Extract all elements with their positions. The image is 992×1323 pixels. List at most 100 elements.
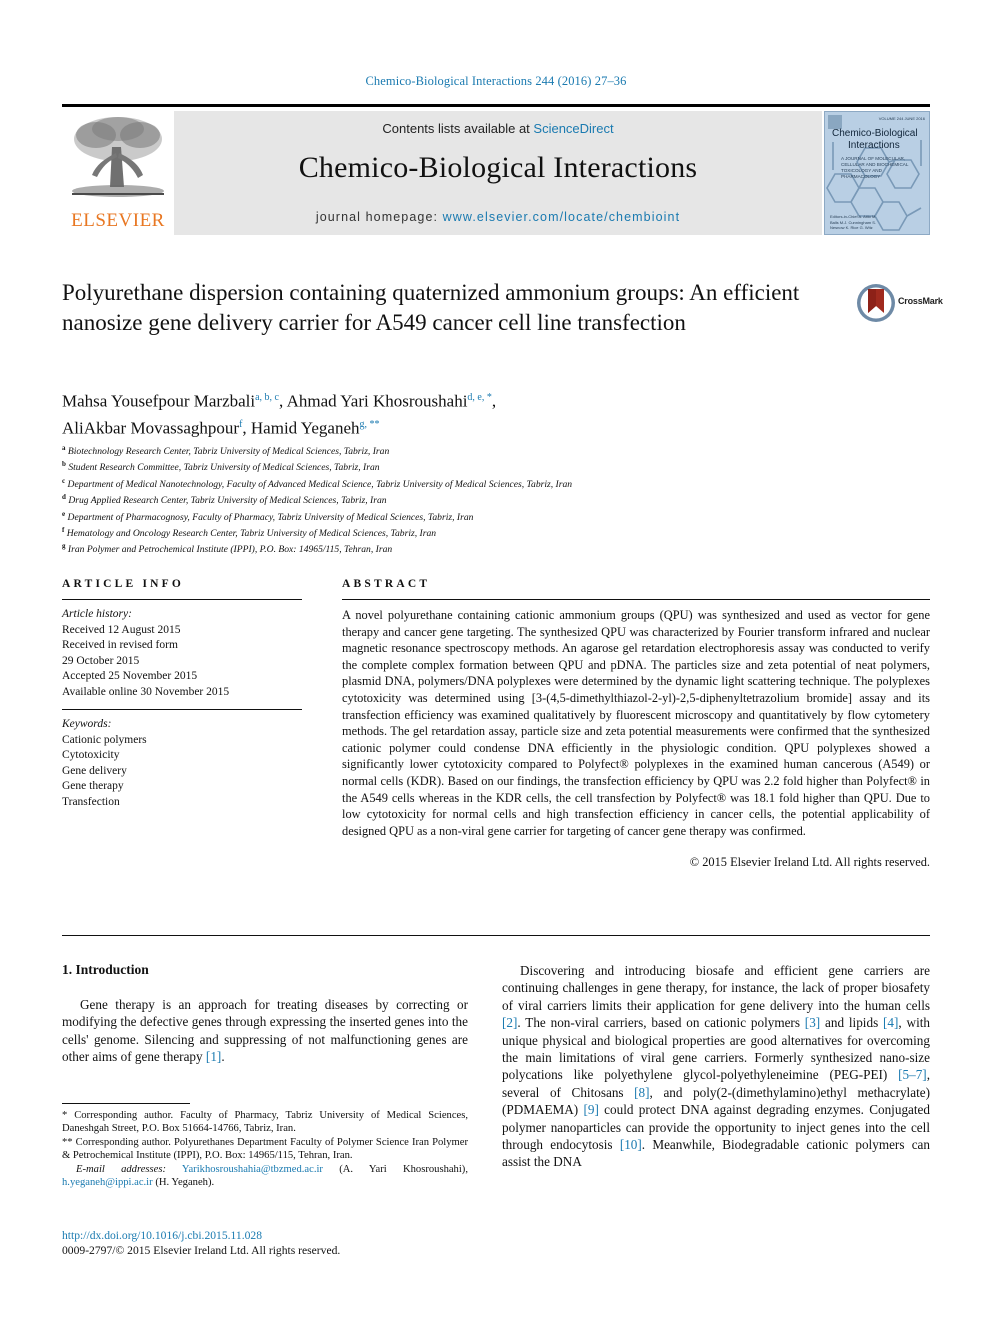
issn-copyright-line: 0009-2797/© 2015 Elsevier Ireland Ltd. A…	[62, 1244, 341, 1257]
affiliation-list: a Biotechnology Research Center, Tabriz …	[62, 442, 922, 557]
citation-2[interactable]: [2]	[502, 1015, 517, 1030]
info-divider	[62, 599, 302, 600]
affiliation-item: e Department of Pharmacognosy, Faculty o…	[62, 508, 922, 524]
affiliation-item: c Department of Medical Nanotechnology, …	[62, 475, 922, 491]
masthead-center: Contents lists available at ScienceDirec…	[174, 111, 822, 235]
citation-5-7[interactable]: [5–7]	[898, 1067, 927, 1082]
author-1-affil-marks[interactable]: a, b, c	[255, 392, 279, 403]
doi-link[interactable]: http://dx.doi.org/10.1016/j.cbi.2015.11.…	[62, 1228, 482, 1243]
journal-homepage-link[interactable]: www.elsevier.com/locate/chembioint	[443, 210, 681, 224]
author-name-1: Mahsa Yousefpour Marzbali	[62, 391, 256, 411]
article-info-heading: ARTICLE INFO	[62, 578, 185, 590]
footnote-corresponding-1: * Corresponding author. Faculty of Pharm…	[62, 1109, 468, 1136]
doi-block: http://dx.doi.org/10.1016/j.cbi.2015.11.…	[62, 1228, 482, 1258]
keyword-item: Cationic polymers	[62, 733, 147, 746]
section-heading-introduction: 1. Introduction	[62, 962, 149, 977]
running-head: Chemico-Biological Interactions 244 (201…	[365, 74, 627, 88]
affiliation-mark: c	[62, 476, 66, 485]
affiliation-item: d Drug Applied Research Center, Tabriz U…	[62, 491, 922, 507]
sciencedirect-link[interactable]: ScienceDirect	[533, 121, 613, 136]
affiliation-text: Biotechnology Research Center, Tabriz Un…	[67, 446, 390, 458]
body-divider	[62, 935, 930, 936]
right-text-c: and lipids	[820, 1015, 884, 1031]
crossmark-icon	[857, 284, 895, 322]
keyword-item: Gene therapy	[62, 780, 124, 792]
footnote-text-1: Corresponding author. Faculty of Pharmac…	[62, 1110, 468, 1135]
email-addresses-label: E-mail addresses:	[76, 1163, 167, 1175]
elsevier-logo: ELSEVIER	[62, 111, 174, 235]
affiliation-item: g Iran Polymer and Petrochemical Institu…	[62, 540, 922, 556]
cover-title: Chemico-Biological Interactions	[832, 128, 924, 152]
author-list: Mahsa Yousefpour Marzbalia, b, c, Ahmad …	[62, 386, 862, 439]
keyword-item: Transfection	[62, 795, 120, 808]
cover-title-line2: Interactions	[848, 140, 900, 151]
author-line-1: Mahsa Yousefpour Marzbalia, b, c, Ahmad …	[62, 391, 497, 411]
citation-4[interactable]: [4]	[883, 1015, 898, 1030]
citation-3[interactable]: [3]	[805, 1015, 820, 1030]
history-item: Received in revised form	[62, 639, 178, 651]
affiliation-mark: f	[62, 525, 65, 534]
right-text-b: . The non-viral carriers, based on catio…	[517, 1015, 805, 1031]
history-item: 29 October 2015	[62, 654, 140, 667]
author-name-4: Hamid Yeganeh	[250, 418, 360, 438]
affiliation-text: Department of Pharmacognosy, Faculty of …	[67, 511, 474, 523]
affiliation-text: Department of Medical Nanotechnology, Fa…	[67, 478, 573, 490]
crossmark-label: CrossMark	[898, 296, 943, 306]
contents-available-line: Contents lists available at ScienceDirec…	[174, 121, 822, 136]
affiliation-mark: a	[62, 444, 66, 452]
footnote-rule	[62, 1103, 190, 1104]
author-3-affil-marks[interactable]: f	[239, 419, 242, 430]
email-owner-1: (A. Yari Khosroushahi)	[339, 1163, 466, 1175]
crossmark-badge[interactable]: CrossMark	[856, 283, 943, 325]
history-item: Available online 30 November 2015	[62, 685, 230, 698]
article-history-label: Article history:	[62, 608, 132, 620]
footnote-mark-2: **	[62, 1136, 73, 1148]
history-item: Accepted 25 November 2015	[62, 670, 198, 682]
body-column-left: 1. Introduction Gene therapy is an appro…	[62, 962, 468, 1066]
title-block: Polyurethane dispersion containing quate…	[62, 278, 852, 338]
author-2-affil-marks[interactable]: d, e, *	[467, 392, 491, 403]
cover-title-line1: Chemico-Biological	[832, 128, 918, 139]
right-text-a: Discovering and introducing biosafe and …	[502, 963, 930, 1013]
journal-cover-thumbnail[interactable]: Chemico-Biological Interactions A JOURNA…	[824, 111, 930, 235]
citation-10[interactable]: [10]	[620, 1137, 642, 1152]
citation-1[interactable]: [1]	[206, 1049, 221, 1064]
email-link-1[interactable]: Yarikhosroushahia@tbzmed.ac.ir	[182, 1164, 323, 1175]
cover-subtitle: A JOURNAL OF MOLECULAR, CELLULAR AND BIO…	[841, 156, 909, 179]
affiliation-item: a Biotechnology Research Center, Tabriz …	[62, 442, 922, 458]
email-link-2[interactable]: h.yeganeh@ippi.ac.ir	[62, 1177, 153, 1188]
intro-text-pre: Gene therapy is an approach for treating…	[62, 997, 468, 1065]
page-title: Polyurethane dispersion containing quate…	[62, 280, 800, 335]
author-4-affil-marks[interactable]: g, **	[360, 419, 380, 430]
elsevier-tree-icon	[66, 113, 170, 205]
citation-8[interactable]: [8]	[634, 1085, 649, 1100]
affiliation-item: f Hematology and Oncology Research Cente…	[62, 524, 922, 540]
abstract-text: A novel polyurethane containing cationic…	[342, 608, 930, 838]
journal-masthead: ELSEVIER Contents lists available at Sci…	[62, 104, 930, 235]
cover-volume-info: VOLUME 244 JUNE 2016	[878, 116, 925, 121]
history-item: Received 12 August 2015	[62, 623, 181, 636]
author-name-3: AliAkbar Movassaghpour	[62, 418, 240, 438]
contents-prefix: Contents lists available at	[382, 121, 534, 136]
keyword-item: Cytotoxicity	[62, 749, 120, 761]
journal-homepage-line: journal homepage: www.elsevier.com/locat…	[174, 210, 822, 224]
homepage-prefix: journal homepage:	[315, 210, 443, 224]
intro-paragraph-right: Discovering and introducing biosafe and …	[502, 962, 930, 1171]
citation-9[interactable]: [9]	[584, 1102, 599, 1117]
affiliation-text: Hematology and Oncology Research Center,…	[66, 528, 437, 540]
affiliation-mark: g	[62, 542, 66, 551]
elsevier-wordmark: ELSEVIER	[71, 210, 165, 231]
affiliation-text: Drug Applied Research Center, Tabriz Uni…	[68, 495, 387, 507]
keywords-label: Keywords:	[62, 718, 112, 730]
keyword-item: Gene delivery	[62, 764, 127, 777]
keywords-divider	[62, 709, 302, 710]
affiliation-mark: d	[62, 493, 66, 502]
intro-text-post: .	[221, 1049, 225, 1065]
abstract-heading: ABSTRACT	[342, 578, 431, 590]
footnotes-block: * Corresponding author. Faculty of Pharm…	[62, 1103, 468, 1189]
email-owner-2: (H. Yeganeh)	[155, 1177, 212, 1189]
affiliation-item: b Student Research Committee, Tabriz Uni…	[62, 458, 922, 474]
tree-svg	[72, 117, 164, 197]
journal-title: Chemico-Biological Interactions	[298, 151, 698, 184]
affiliation-text: Student Research Committee, Tabriz Unive…	[68, 462, 380, 474]
